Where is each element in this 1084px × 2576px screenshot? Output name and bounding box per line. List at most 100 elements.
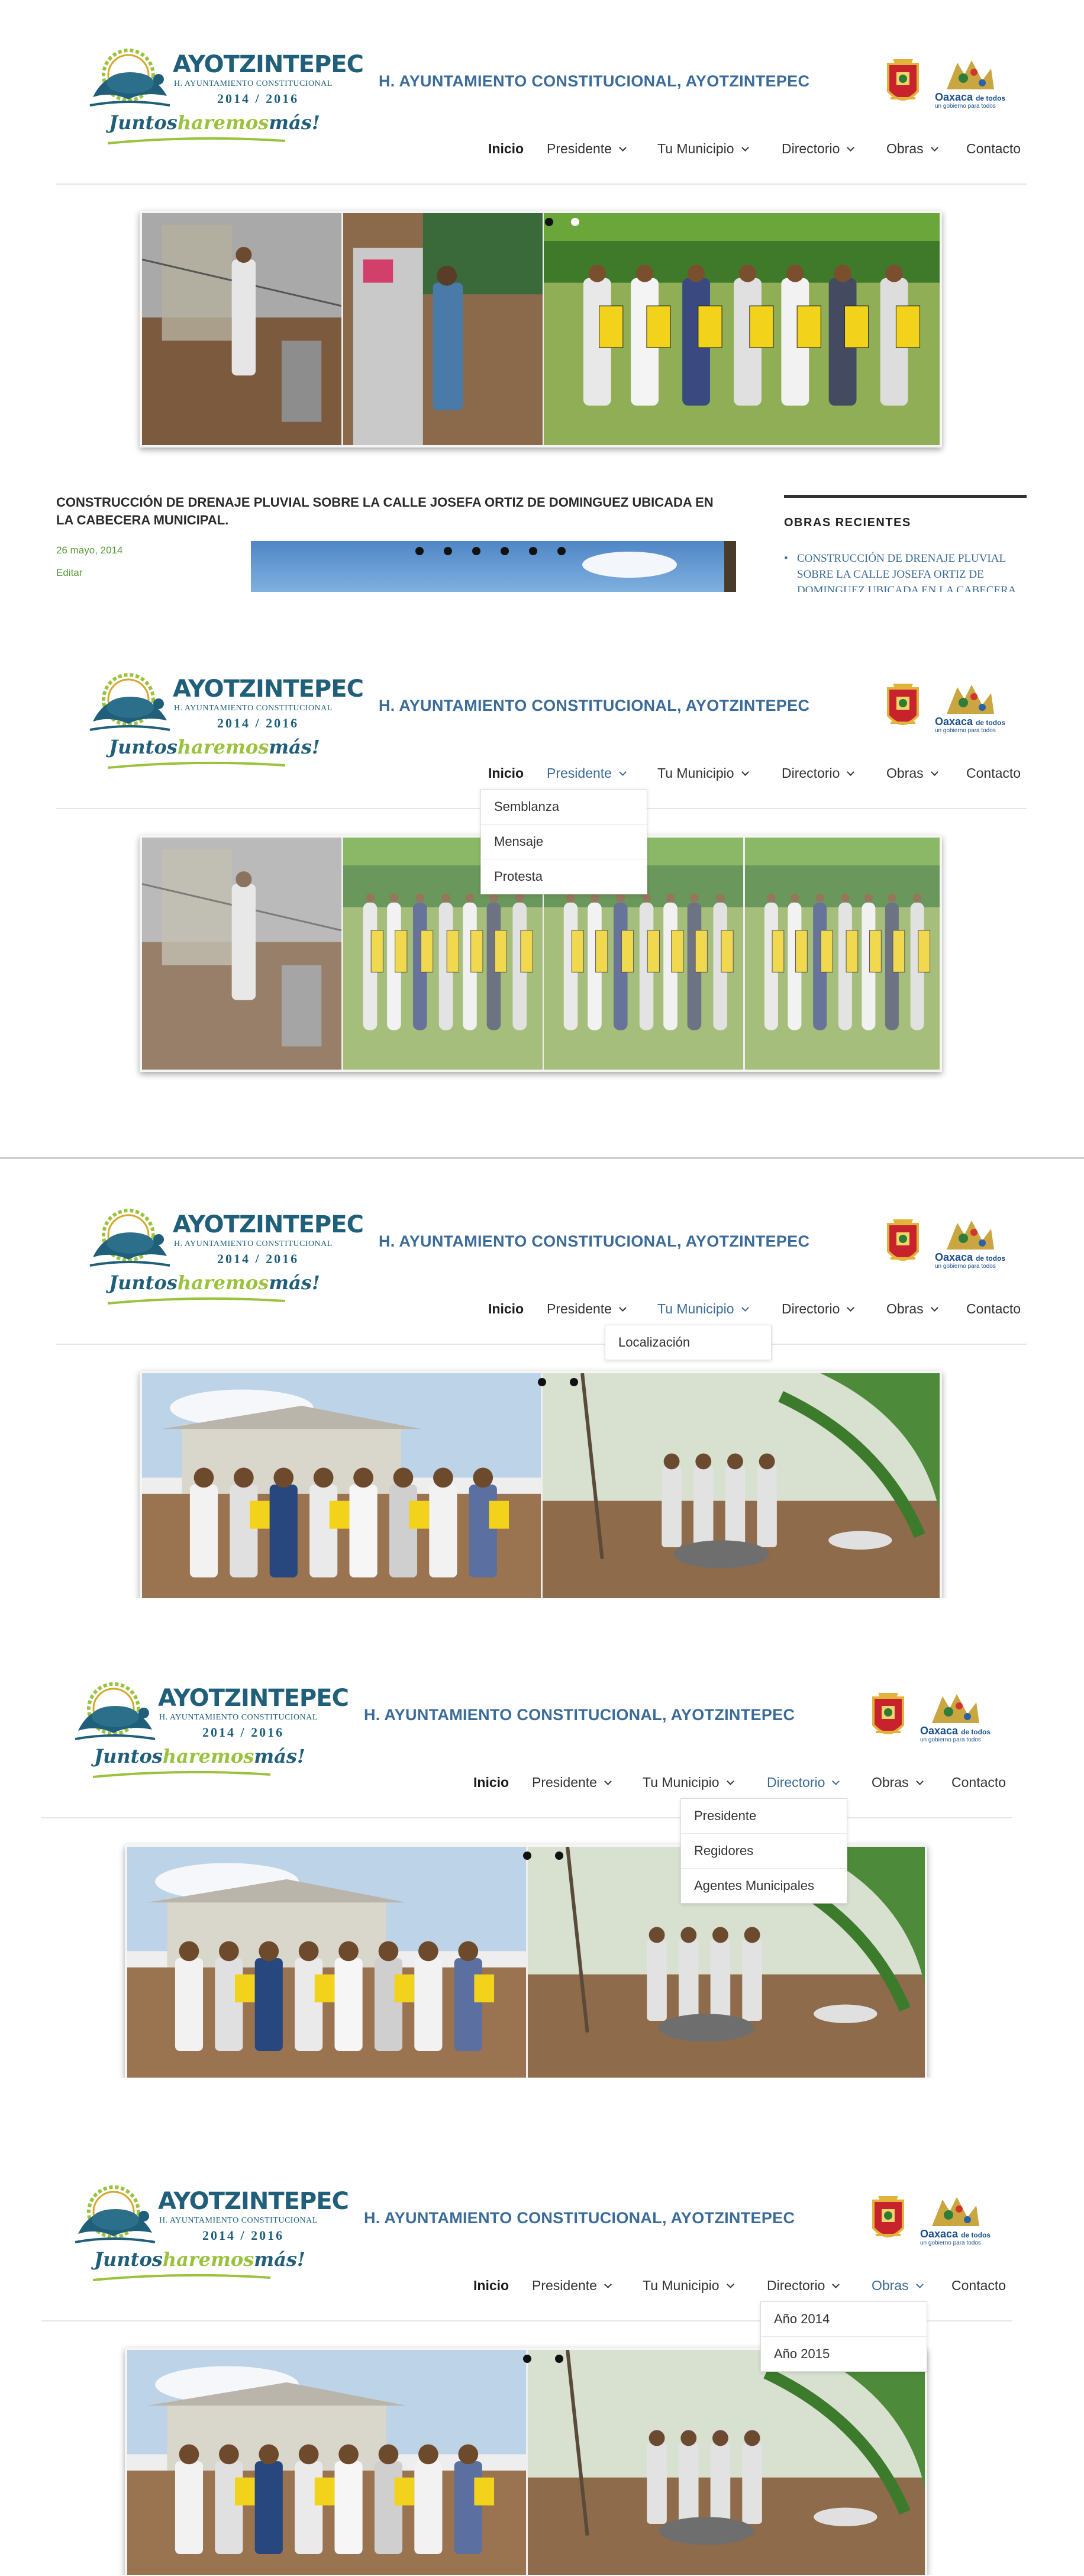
municipal-seal-icon [887, 1219, 919, 1261]
menu-item[interactable]: Año 2014 [761, 2302, 927, 2337]
oaxaca-badge: Oaxaca de todos un gobierno para todos [935, 681, 1005, 736]
nav-presidente[interactable]: Presidente [532, 2278, 612, 2294]
nav-label: Tu Municipio [643, 2278, 720, 2293]
menu-item[interactable]: Localización [605, 1325, 771, 1360]
nav-label: Presidente [547, 765, 612, 781]
menu-item[interactable]: Regidores [681, 1834, 847, 1869]
nav-directorio[interactable]: Directorio [782, 765, 855, 781]
nav-tu-municipio[interactable]: Tu Municipio [657, 141, 749, 157]
menu-item[interactable]: Año 2015 [761, 2337, 927, 2371]
nav-obras[interactable]: Obras [886, 141, 938, 157]
nav-label: Presidente [547, 1301, 612, 1316]
nav-directorio[interactable]: Directorio [782, 141, 855, 157]
slider-dot[interactable] [472, 547, 480, 555]
site-title[interactable]: H. AYUNTAMIENTO CONSTITUCIONAL, AYOTZINT… [379, 697, 809, 715]
menu-item[interactable]: Presidente [681, 1799, 847, 1834]
menu-item[interactable]: Semblanza [481, 790, 647, 825]
turtle-logo-icon [89, 673, 170, 731]
slide-image [745, 838, 940, 1070]
nav-inicio[interactable]: Inicio [473, 1775, 509, 1791]
slider-dot[interactable] [545, 218, 553, 226]
menu-item[interactable]: Mensaje [481, 825, 647, 859]
nav-obras[interactable]: Obras [886, 1301, 938, 1317]
slider-dot[interactable] [555, 2355, 563, 2363]
chevron-down-icon [619, 144, 627, 152]
slider-dot[interactable] [501, 547, 509, 555]
site-title[interactable]: H. AYUNTAMIENTO CONSTITUCIONAL, AYOTZINT… [364, 2209, 795, 2227]
nav-label: Inicio [488, 765, 524, 781]
nav-tu-municipio[interactable]: Tu Municipio [643, 2278, 734, 2294]
brand-subtitle: H. AYUNTAMIENTO CONSTITUCIONAL [174, 1239, 333, 1248]
nav-contacto[interactable]: Contacto [966, 1301, 1021, 1317]
nav-contacto[interactable]: Contacto [966, 765, 1021, 781]
post-title[interactable]: CONSTRUCCIÓN DE DRENAJE PLUVIAL SOBRE LA… [56, 494, 731, 529]
chevron-down-icon [741, 144, 749, 152]
oaxaca-emblem-icon [947, 685, 994, 714]
nav-obras[interactable]: Obras [872, 1775, 924, 1791]
dropdown-directorio: Presidente Regidores Agentes Municipales [680, 1798, 847, 1904]
nav-label: Tu Municipio [657, 765, 734, 781]
site-title[interactable]: H. AYUNTAMIENTO CONSTITUCIONAL, AYOTZINT… [364, 1706, 795, 1724]
nav-contacto[interactable]: Contacto [951, 2278, 1006, 2294]
slider-dot[interactable] [529, 547, 537, 555]
nav-presidente[interactable]: Presidente [547, 1301, 627, 1317]
nav-directorio[interactable]: Directorio [767, 2278, 840, 2294]
chevron-down-icon [847, 1304, 855, 1312]
nav-obras[interactable]: Obras [886, 765, 938, 781]
nav-presidente[interactable]: Presidente [532, 1775, 612, 1791]
nav-directorio[interactable]: Directorio [782, 1301, 855, 1317]
screenshot-frame: AYOTZINTEPEC H. AYUNTAMIENTO CONSTITUCIO… [0, 1634, 1084, 2078]
brand-years: 2014 / 2016 [217, 716, 299, 730]
nav-label: Directorio [782, 765, 840, 781]
slide-image [528, 2350, 925, 2575]
brand-name: AYOTZINTEPEC [173, 51, 364, 78]
image-slider[interactable] [125, 2348, 927, 2575]
nav-label: Obras [872, 2278, 909, 2293]
nav-label: Contacto [951, 1775, 1006, 1790]
site-title[interactable]: H. AYUNTAMIENTO CONSTITUCIONAL, AYOTZINT… [379, 72, 809, 91]
recent-post-link[interactable]: • CONSTRUCCIÓN DE DRENAJE PLUVIAL SOBRE L… [784, 550, 1021, 592]
slider-dot[interactable] [555, 1852, 563, 1860]
slider-dot[interactable] [523, 1852, 531, 1860]
oaxaca-emblem-icon [932, 2197, 979, 2226]
slide-image [142, 1373, 541, 1598]
slider-dot[interactable] [538, 1378, 546, 1386]
slider-dot[interactable] [557, 547, 566, 555]
nav-tu-municipio[interactable]: Tu Municipio [657, 765, 749, 781]
menu-item[interactable]: Agentes Municipales [681, 1869, 847, 1903]
chevron-down-icon [604, 1778, 612, 1785]
slider-dot[interactable] [570, 1378, 578, 1386]
nav-inicio[interactable]: Inicio [488, 141, 524, 157]
oaxaca-badge: Oaxaca de todos un gobierno para todos [935, 57, 1005, 111]
nav-inicio[interactable]: Inicio [473, 2278, 509, 2294]
slider-dot[interactable] [444, 547, 452, 555]
slider-dot[interactable] [415, 547, 424, 555]
nav-label: Inicio [473, 2278, 509, 2293]
nav-presidente[interactable]: Presidente [547, 765, 627, 781]
nav-obras[interactable]: Obras [872, 2278, 924, 2294]
site-title[interactable]: H. AYUNTAMIENTO CONSTITUCIONAL, AYOTZINT… [379, 1232, 809, 1251]
main-nav: Inicio Presidente Tu Municipio Directorio Ob… [0, 1301, 1084, 1325]
brand-name: AYOTZINTEPEC [158, 2188, 349, 2215]
turtle-logo-icon [89, 1209, 170, 1267]
nav-tu-municipio[interactable]: Tu Municipio [643, 1775, 734, 1791]
menu-item[interactable]: Protesta [481, 859, 647, 894]
slider-dot[interactable] [523, 2355, 531, 2363]
nav-contacto[interactable]: Contacto [951, 1775, 1006, 1791]
nav-inicio[interactable]: Inicio [488, 1301, 524, 1317]
chevron-down-icon [741, 1304, 749, 1312]
nav-directorio[interactable]: Directorio [767, 1775, 840, 1791]
nav-presidente[interactable]: Presidente [547, 141, 627, 157]
nav-tu-municipio[interactable]: Tu Municipio [657, 1301, 749, 1317]
main-nav: Inicio Presidente Tu Municipio Directorio Ob… [0, 141, 1084, 165]
chevron-down-icon [726, 1778, 734, 1785]
nav-label: Tu Municipio [657, 1301, 734, 1316]
post-date[interactable]: 26 mayo, 2014 [56, 545, 122, 556]
header-divider [41, 1817, 1012, 1818]
nav-contacto[interactable]: Contacto [966, 141, 1021, 157]
slider-dot[interactable] [571, 218, 579, 226]
edit-link[interactable]: Editar [56, 567, 82, 579]
image-slider[interactable] [140, 211, 942, 447]
image-slider[interactable] [140, 1371, 942, 1598]
nav-inicio[interactable]: Inicio [488, 765, 524, 781]
